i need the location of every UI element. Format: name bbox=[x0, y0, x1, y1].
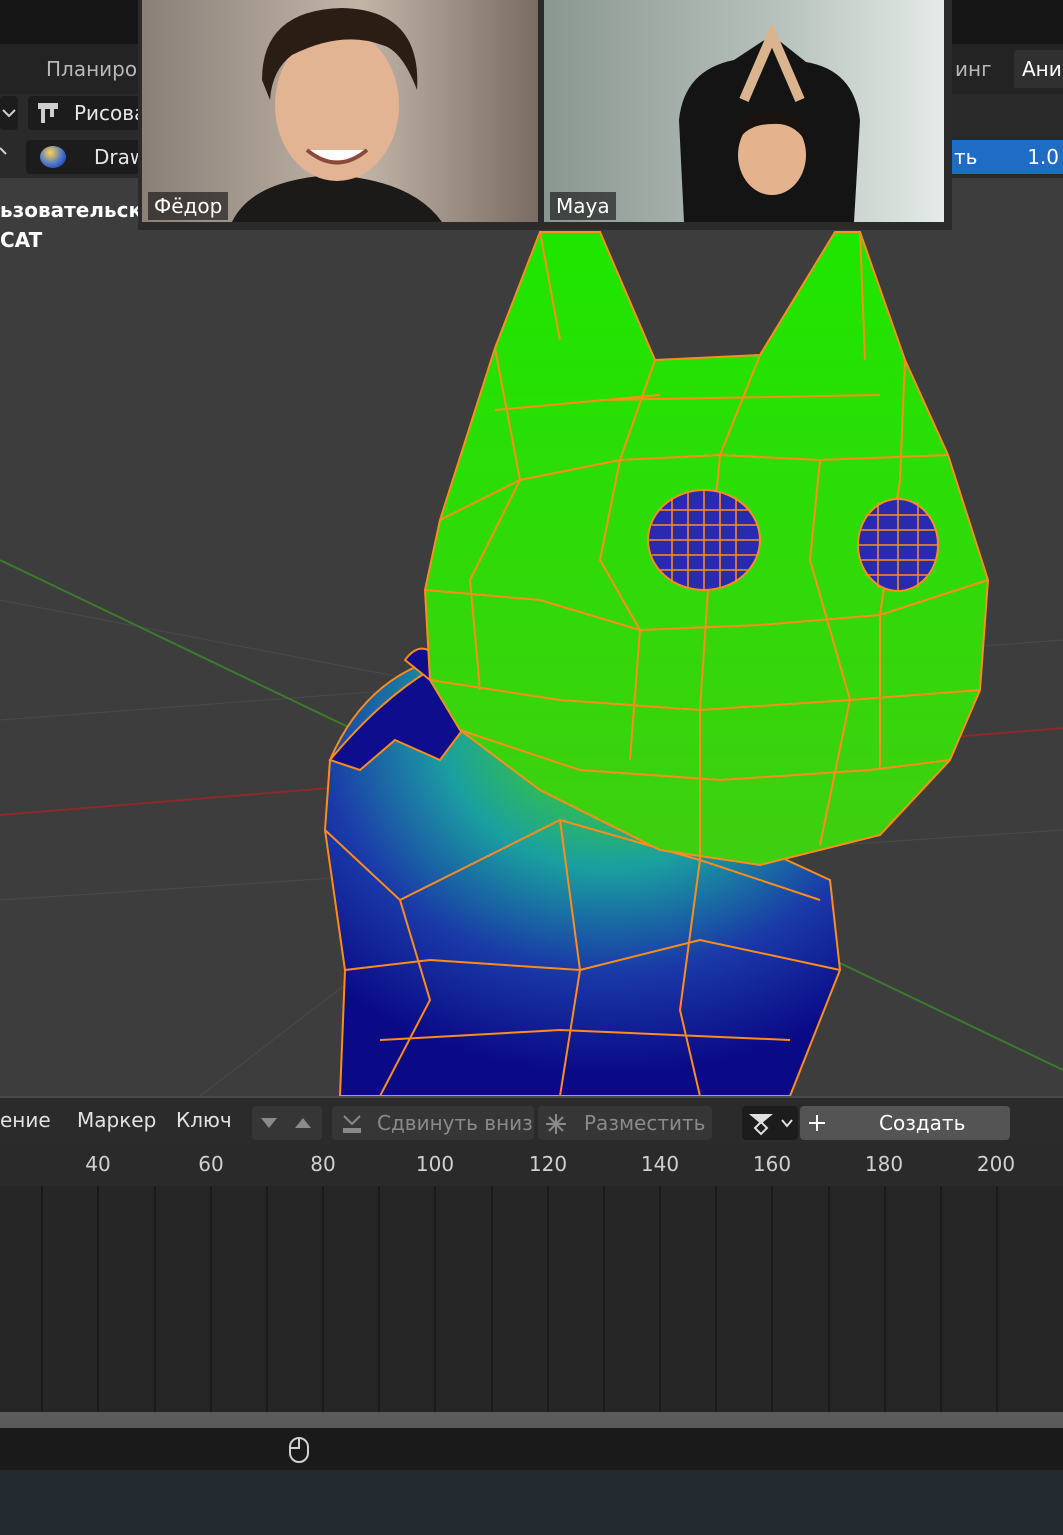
menu-key[interactable]: Ключ bbox=[176, 1108, 232, 1132]
participant-name: Maya bbox=[550, 192, 616, 220]
mode-dropdown[interactable] bbox=[0, 96, 18, 130]
viewport-canvas bbox=[0, 231, 1063, 1096]
ruler-tick: 200 bbox=[976, 1152, 1016, 1176]
stash-label: Разместить bbox=[584, 1111, 706, 1135]
grid-line bbox=[378, 1186, 380, 1412]
tab-rigging[interactable]: инг bbox=[955, 50, 992, 88]
ruler-tick: 80 bbox=[310, 1152, 336, 1176]
ruler-tick: 100 bbox=[415, 1152, 455, 1176]
grid-line bbox=[884, 1186, 886, 1412]
mouse-icon bbox=[289, 1437, 309, 1463]
participant-name: Фёдор bbox=[148, 192, 229, 220]
grid-line bbox=[266, 1186, 268, 1412]
participant-video bbox=[679, 22, 860, 222]
chevron-down-icon bbox=[2, 109, 16, 118]
property-field[interactable]: ть 1.0 bbox=[950, 140, 1063, 174]
bottom-strip bbox=[0, 1470, 1063, 1535]
grid-line bbox=[659, 1186, 661, 1412]
3d-viewport[interactable]: ьзовательска CAT bbox=[0, 178, 1063, 1096]
participant-video bbox=[232, 8, 442, 222]
horizontal-scrollbar[interactable] bbox=[0, 1412, 1063, 1428]
grid-line bbox=[715, 1186, 717, 1412]
grid-line bbox=[603, 1186, 605, 1412]
grid-line bbox=[210, 1186, 212, 1412]
arrow-down-icon bbox=[261, 1118, 277, 1128]
tab-animation[interactable]: Ани bbox=[1014, 50, 1063, 88]
new-action-label: Создать bbox=[879, 1111, 966, 1135]
ruler-tick: 140 bbox=[640, 1152, 680, 1176]
chevron-down-icon bbox=[781, 1119, 793, 1128]
participant-tile[interactable]: Maya bbox=[544, 0, 944, 222]
grid-line bbox=[154, 1186, 156, 1412]
grid-line bbox=[996, 1186, 998, 1412]
ruler-tick: 180 bbox=[864, 1152, 904, 1176]
push-down-button[interactable]: Сдвинуть вниз bbox=[332, 1106, 534, 1140]
menu-marker[interactable]: Маркер bbox=[77, 1108, 156, 1132]
push-down-label: Сдвинуть вниз bbox=[377, 1111, 533, 1135]
action-icon bbox=[749, 1114, 773, 1136]
draw-mode-label: Рисова bbox=[74, 101, 147, 125]
stash-button[interactable]: Разместить bbox=[538, 1106, 712, 1140]
plus-icon bbox=[809, 1115, 825, 1131]
grid-line bbox=[41, 1186, 43, 1412]
menu-view[interactable]: ение bbox=[0, 1108, 51, 1132]
paint-mode-icon bbox=[38, 103, 58, 123]
ruler-tick: 60 bbox=[198, 1152, 224, 1176]
participant-tile[interactable]: Фёдор bbox=[142, 0, 538, 222]
cat-eye-left bbox=[647, 489, 761, 591]
grid-line bbox=[771, 1186, 773, 1412]
grid-line bbox=[547, 1186, 549, 1412]
status-bar bbox=[0, 1428, 1063, 1470]
ruler-tick: 160 bbox=[752, 1152, 792, 1176]
ruler-tick: 40 bbox=[85, 1152, 111, 1176]
grid-line bbox=[491, 1186, 493, 1412]
grid-line bbox=[322, 1186, 324, 1412]
grid-line bbox=[828, 1186, 830, 1412]
ruler-tick: 120 bbox=[528, 1152, 568, 1176]
stash-icon bbox=[546, 1114, 566, 1134]
action-selector[interactable] bbox=[742, 1106, 798, 1140]
push-down-icon bbox=[343, 1115, 361, 1133]
view-label: ьзовательска bbox=[0, 198, 156, 222]
draw-mode-button[interactable]: Рисова bbox=[28, 96, 146, 130]
move-track-buttons[interactable] bbox=[252, 1106, 322, 1140]
tab-planning[interactable]: Планиров bbox=[46, 50, 149, 88]
property-value: 1.0 bbox=[1027, 145, 1059, 169]
grid-line bbox=[97, 1186, 99, 1412]
close-icon[interactable] bbox=[0, 144, 8, 168]
grid-line bbox=[434, 1186, 436, 1412]
arrow-up-icon bbox=[295, 1118, 311, 1128]
property-label: ть bbox=[954, 145, 978, 169]
brush-selector[interactable]: Draw bbox=[26, 140, 146, 174]
object-name: CAT bbox=[0, 228, 43, 252]
grid-line bbox=[940, 1186, 942, 1412]
video-call-overlay: Фёдор Maya bbox=[138, 0, 952, 230]
cat-eye-right bbox=[857, 498, 939, 592]
new-action-button[interactable]: Создать bbox=[800, 1106, 1010, 1140]
nla-track-area[interactable] bbox=[0, 1186, 1063, 1412]
brush-icon bbox=[40, 146, 66, 168]
